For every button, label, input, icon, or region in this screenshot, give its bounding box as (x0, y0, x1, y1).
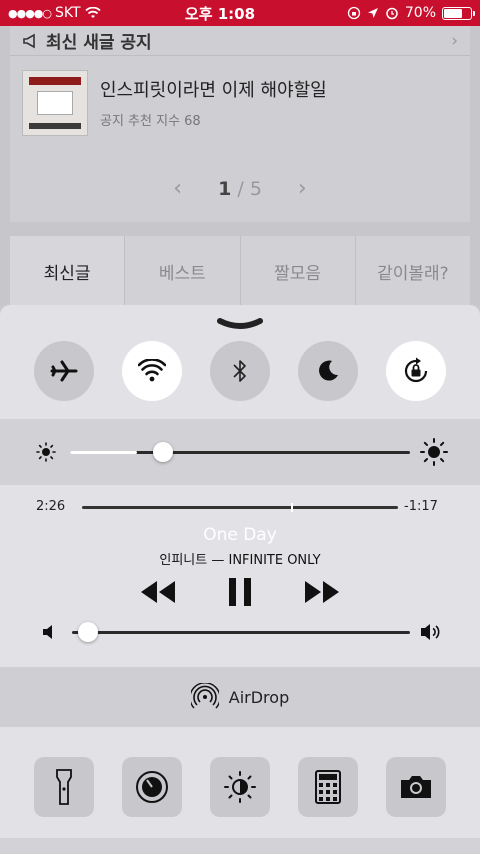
rotation-lock-toggle[interactable] (386, 341, 446, 401)
tab-watch-together[interactable]: 같이볼래? (354, 236, 470, 306)
notice-card: 최신 새글 공지 › 인스피릿이라면 이제 해야할일 공지 추천 지수 68 ‹… (10, 26, 470, 222)
tab-clips[interactable]: 짤모음 (239, 236, 355, 306)
alarm-icon (386, 7, 398, 20)
bluetooth-icon (233, 360, 246, 382)
volume-high-icon (421, 624, 440, 640)
status-left: ●●●●○ SKT (8, 5, 178, 21)
control-center: 2:26 -1:17 One Day 인피니트 — INFINITE ONLY (0, 305, 480, 854)
artist-album: 인피니트 — INFINITE ONLY (159, 553, 321, 568)
pause-button[interactable] (227, 577, 253, 607)
pager-next-icon[interactable]: › (298, 176, 307, 201)
board-tabs: 최신글 베스트 짤모음 같이볼래? (10, 236, 470, 306)
airplane-icon (50, 360, 78, 382)
airdrop-button[interactable]: AirDrop (0, 667, 480, 727)
timer-button[interactable] (122, 757, 182, 817)
airdrop-icon (190, 683, 219, 709)
background-app: 최신 새글 공지 › 인스피릿이라면 이제 해야할일 공지 추천 지수 68 ‹… (0, 26, 480, 306)
fast-forward-button[interactable] (303, 579, 341, 605)
toggle-row (0, 341, 480, 401)
airplane-mode-toggle[interactable] (34, 341, 94, 401)
tab-best[interactable]: 베스트 (124, 236, 239, 306)
night-shift-button[interactable] (210, 757, 270, 817)
remaining-time: -1:17 (404, 499, 438, 514)
chevron-right-icon: › (451, 30, 458, 51)
wifi-icon (138, 359, 166, 382)
megaphone-icon (23, 33, 35, 48)
post-item[interactable]: 인스피릿이라면 이제 해야할일 공지 추천 지수 68 (10, 56, 470, 150)
battery-percent: 70% (404, 5, 436, 21)
post-title: 인스피릿이라면 이제 해야할일 (100, 80, 327, 101)
battery-level (444, 8, 463, 18)
camera-button[interactable] (386, 757, 446, 817)
post-thumbnail (22, 70, 88, 136)
calculator-button[interactable] (298, 757, 358, 817)
section-title: 최신 새글 공지 (46, 33, 152, 53)
tab-latest[interactable]: 최신글 (10, 236, 125, 306)
pager-current: 1 (218, 177, 232, 200)
location-icon (367, 8, 378, 18)
night-shift-icon (224, 771, 256, 803)
pager: ‹ 1 / 5 › (10, 176, 470, 201)
status-time: 오후 1:08 (184, 4, 256, 23)
music-section: 2:26 -1:17 One Day 인피니트 — INFINITE ONLY (0, 485, 480, 667)
brightness-high-icon (420, 438, 448, 466)
pager-total: 5 (249, 177, 262, 200)
post-meta: 공지 추천 지수 68 (100, 114, 201, 129)
rotation-lock-status-icon (347, 6, 361, 20)
brightness-low-icon (36, 442, 56, 462)
flashlight-button[interactable] (34, 757, 94, 817)
song-title: One Day (203, 525, 277, 545)
wifi-toggle[interactable] (122, 341, 182, 401)
wifi-status-icon (84, 7, 101, 18)
volume-knob[interactable] (78, 622, 99, 642)
carrier-name: SKT (55, 5, 81, 21)
battery-icon (442, 6, 475, 20)
brightness-knob[interactable] (152, 442, 173, 462)
elapsed-time: 2:26 (36, 499, 66, 514)
status-right: 70% (282, 5, 475, 21)
volume-low-icon (43, 625, 52, 639)
camera-icon (401, 776, 431, 798)
bluetooth-toggle[interactable] (210, 341, 270, 401)
rotation-lock-icon (404, 357, 428, 383)
pager-prev-icon[interactable]: ‹ (173, 176, 182, 201)
rewind-button[interactable] (139, 579, 177, 605)
timer-icon (136, 771, 168, 803)
flashlight-icon (56, 769, 72, 805)
transport-controls (0, 577, 480, 607)
bottom-edge (0, 838, 480, 854)
signal-strength-icon: ●●●●○ (8, 6, 52, 20)
airdrop-label: AirDrop (228, 687, 290, 707)
grabber-chevron-icon[interactable] (216, 317, 264, 331)
notice-header[interactable]: 최신 새글 공지 › (10, 26, 470, 56)
brightness-slider[interactable] (70, 441, 410, 463)
moon-icon (319, 360, 338, 381)
brightness-section (0, 419, 480, 485)
do-not-disturb-toggle[interactable] (298, 341, 358, 401)
status-bar: ●●●●○ SKT 오후 1:08 70% (0, 0, 480, 26)
calculator-icon (315, 770, 341, 804)
scrubber-position[interactable] (290, 503, 293, 512)
volume-slider[interactable] (72, 621, 410, 643)
playback-scrubber[interactable] (82, 503, 398, 513)
pager-separator: / (237, 177, 244, 200)
tool-row (0, 757, 480, 817)
